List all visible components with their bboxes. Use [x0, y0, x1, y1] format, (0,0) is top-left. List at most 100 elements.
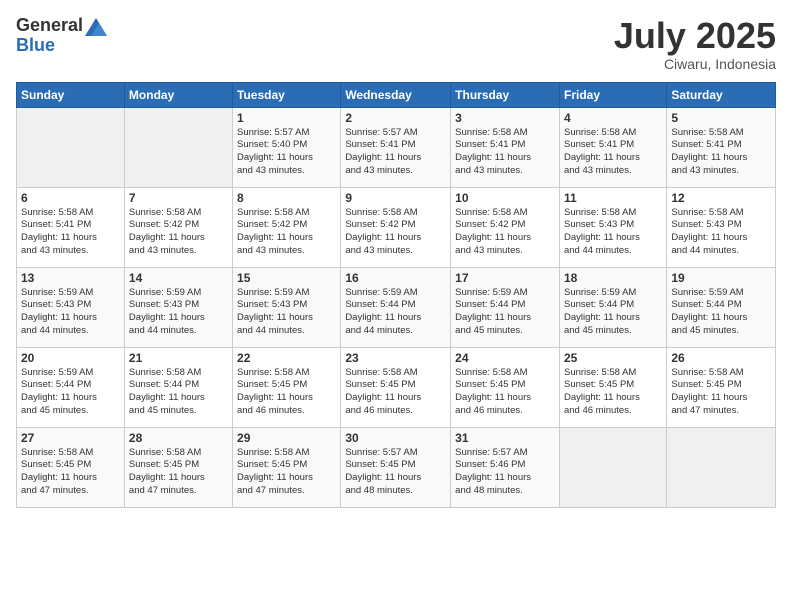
day-info: Sunrise: 5:58 AM Sunset: 5:45 PM Dayligh…	[671, 367, 771, 418]
day-number: 26	[671, 351, 771, 365]
col-thursday: Thursday	[451, 82, 560, 107]
title-block: July 2025 Ciwaru, Indonesia	[614, 16, 776, 72]
day-number: 22	[237, 351, 336, 365]
day-info: Sunrise: 5:58 AM Sunset: 5:45 PM Dayligh…	[345, 367, 446, 418]
table-row: 2 Sunrise: 5:57 AM Sunset: 5:41 PM Daylig…	[341, 107, 451, 187]
table-row: 9 Sunrise: 5:58 AM Sunset: 5:42 PM Daylig…	[341, 187, 451, 267]
day-number: 24	[455, 351, 555, 365]
day-number: 20	[21, 351, 120, 365]
day-info: Sunrise: 5:58 AM Sunset: 5:41 PM Dayligh…	[564, 127, 662, 178]
day-number: 9	[345, 191, 446, 205]
day-info: Sunrise: 5:58 AM Sunset: 5:42 PM Dayligh…	[129, 207, 228, 258]
day-number: 10	[455, 191, 555, 205]
table-row: 8Sunrise: 5:58 AM Sunset: 5:42 PM Daylig…	[233, 187, 341, 267]
day-number: 28	[129, 431, 228, 445]
table-row: 23Sunrise: 5:58 AM Sunset: 5:45 PM Dayli…	[341, 347, 451, 427]
day-number: 16	[345, 271, 446, 285]
page: General Blue July 2025 Ciwaru, Indonesia…	[0, 0, 792, 612]
day-number: 31	[455, 431, 555, 445]
table-row: 5 Sunrise: 5:58 AM Sunset: 5:41 PM Daylig…	[667, 107, 776, 187]
col-monday: Monday	[124, 82, 232, 107]
day-number: 15	[237, 271, 336, 285]
col-sunday: Sunday	[17, 82, 125, 107]
day-number: 4	[564, 111, 662, 125]
logo: General Blue	[16, 16, 107, 56]
day-number: 25	[564, 351, 662, 365]
day-info: Sunrise: 5:58 AM Sunset: 5:45 PM Dayligh…	[129, 447, 228, 498]
table-row: 30 Sunrise: 5:57 AM Sunset: 5:45 PM Dayli…	[341, 427, 451, 507]
table-row	[559, 427, 666, 507]
day-info: Sunrise: 5:59 AM Sunset: 5:43 PM Dayligh…	[21, 287, 120, 338]
table-row	[17, 107, 125, 187]
day-number: 29	[237, 431, 336, 445]
table-row: 25 Sunrise: 5:58 AM Sunset: 5:45 PM Dayli…	[559, 347, 666, 427]
table-row: 18 Sunrise: 5:59 AM Sunset: 5:44 PM Dayli…	[559, 267, 666, 347]
day-info: Sunrise: 5:57 AM Sunset: 5:46 PM Dayligh…	[455, 447, 555, 498]
table-row: 14Sunrise: 5:59 AM Sunset: 5:43 PM Dayli…	[124, 267, 232, 347]
day-number: 2	[345, 111, 446, 125]
location: Ciwaru, Indonesia	[614, 56, 776, 72]
day-number: 6	[21, 191, 120, 205]
table-row: 20 Sunrise: 5:59 AM Sunset: 5:44 PM Dayli…	[17, 347, 125, 427]
table-row: 3 Sunrise: 5:58 AM Sunset: 5:41 PM Daylig…	[451, 107, 560, 187]
table-row: 10Sunrise: 5:58 AM Sunset: 5:42 PM Dayli…	[451, 187, 560, 267]
table-row: 15 Sunrise: 5:59 AM Sunset: 5:43 PM Dayli…	[233, 267, 341, 347]
header: General Blue July 2025 Ciwaru, Indonesia	[16, 16, 776, 72]
day-info: Sunrise: 5:59 AM Sunset: 5:44 PM Dayligh…	[455, 287, 555, 338]
day-info: Sunrise: 5:57 AM Sunset: 5:45 PM Dayligh…	[345, 447, 446, 498]
calendar: Sunday Monday Tuesday Wednesday Thursday…	[16, 82, 776, 508]
table-row: 26 Sunrise: 5:58 AM Sunset: 5:45 PM Dayli…	[667, 347, 776, 427]
day-info: Sunrise: 5:58 AM Sunset: 5:45 PM Dayligh…	[237, 367, 336, 418]
col-tuesday: Tuesday	[233, 82, 341, 107]
day-number: 18	[564, 271, 662, 285]
logo-text: General Blue	[16, 16, 107, 56]
day-info: Sunrise: 5:57 AM Sunset: 5:40 PM Dayligh…	[237, 127, 336, 178]
day-number: 13	[21, 271, 120, 285]
day-number: 1	[237, 111, 336, 125]
day-info: Sunrise: 5:59 AM Sunset: 5:44 PM Dayligh…	[345, 287, 446, 338]
day-info: Sunrise: 5:58 AM Sunset: 5:41 PM Dayligh…	[455, 127, 555, 178]
day-info: Sunrise: 5:58 AM Sunset: 5:42 PM Dayligh…	[237, 207, 336, 258]
day-info: Sunrise: 5:58 AM Sunset: 5:41 PM Dayligh…	[21, 207, 120, 258]
day-info: Sunrise: 5:59 AM Sunset: 5:43 PM Dayligh…	[237, 287, 336, 338]
table-row: 13 Sunrise: 5:59 AM Sunset: 5:43 PM Dayli…	[17, 267, 125, 347]
day-number: 19	[671, 271, 771, 285]
logo-general: General	[16, 16, 107, 36]
table-row: 31 Sunrise: 5:57 AM Sunset: 5:46 PM Dayli…	[451, 427, 560, 507]
day-info: Sunrise: 5:59 AM Sunset: 5:44 PM Dayligh…	[564, 287, 662, 338]
day-number: 11	[564, 191, 662, 205]
table-row: 24 Sunrise: 5:58 AM Sunset: 5:45 PM Dayli…	[451, 347, 560, 427]
day-number: 21	[129, 351, 228, 365]
day-number: 3	[455, 111, 555, 125]
logo-icon	[85, 18, 107, 36]
day-number: 30	[345, 431, 446, 445]
day-info: Sunrise: 5:58 AM Sunset: 5:45 PM Dayligh…	[455, 367, 555, 418]
table-row: 19 Sunrise: 5:59 AM Sunset: 5:44 PM Dayli…	[667, 267, 776, 347]
day-info: Sunrise: 5:58 AM Sunset: 5:43 PM Dayligh…	[564, 207, 662, 258]
day-info: Sunrise: 5:58 AM Sunset: 5:44 PM Dayligh…	[129, 367, 228, 418]
day-info: Sunrise: 5:58 AM Sunset: 5:45 PM Dayligh…	[564, 367, 662, 418]
table-row: 28 Sunrise: 5:58 AM Sunset: 5:45 PM Dayli…	[124, 427, 232, 507]
day-info: Sunrise: 5:58 AM Sunset: 5:41 PM Dayligh…	[671, 127, 771, 178]
day-info: Sunrise: 5:59 AM Sunset: 5:44 PM Dayligh…	[21, 367, 120, 418]
table-row: 4 Sunrise: 5:58 AM Sunset: 5:41 PM Daylig…	[559, 107, 666, 187]
day-number: 27	[21, 431, 120, 445]
table-row: 29Sunrise: 5:58 AM Sunset: 5:45 PM Dayli…	[233, 427, 341, 507]
table-row	[124, 107, 232, 187]
day-info: Sunrise: 5:59 AM Sunset: 5:44 PM Dayligh…	[671, 287, 771, 338]
day-info: Sunrise: 5:59 AM Sunset: 5:43 PM Dayligh…	[129, 287, 228, 338]
table-row: 27Sunrise: 5:58 AM Sunset: 5:45 PM Dayli…	[17, 427, 125, 507]
table-row: 1 Sunrise: 5:57 AM Sunset: 5:40 PM Daylig…	[233, 107, 341, 187]
logo-blue: Blue	[16, 36, 107, 56]
table-row: 16 Sunrise: 5:59 AM Sunset: 5:44 PM Dayli…	[341, 267, 451, 347]
day-number: 17	[455, 271, 555, 285]
day-number: 12	[671, 191, 771, 205]
day-info: Sunrise: 5:57 AM Sunset: 5:41 PM Dayligh…	[345, 127, 446, 178]
day-number: 5	[671, 111, 771, 125]
table-row: 7 Sunrise: 5:58 AM Sunset: 5:42 PM Daylig…	[124, 187, 232, 267]
table-row: 6 Sunrise: 5:58 AM Sunset: 5:41 PM Daylig…	[17, 187, 125, 267]
day-info: Sunrise: 5:58 AM Sunset: 5:42 PM Dayligh…	[345, 207, 446, 258]
day-number: 7	[129, 191, 228, 205]
col-wednesday: Wednesday	[341, 82, 451, 107]
table-row	[667, 427, 776, 507]
